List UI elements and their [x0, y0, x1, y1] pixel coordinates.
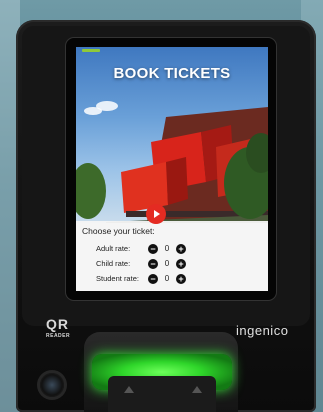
student-increase-button[interactable]: +: [176, 273, 186, 284]
student-rate-row: Student rate: − 0 +: [96, 273, 186, 284]
arrow-up-icon: [192, 386, 202, 393]
qr-logo-subtext: READER: [46, 333, 71, 339]
page-title: BOOK TICKETS: [113, 65, 231, 82]
child-rate-label: Child rate:: [96, 259, 131, 268]
ticket-panel: Choose your ticket: Adult rate: − 0 + Ch…: [76, 221, 268, 291]
panel-heading: Choose your ticket:: [82, 226, 155, 236]
qr-reader-logo: QR READER: [46, 316, 71, 342]
adult-quantity: 0: [164, 244, 170, 253]
adult-rate-label: Adult rate:: [96, 244, 131, 253]
kiosk-screen: BOOK TICKETS Choose your ticket: Adult r…: [76, 47, 268, 291]
play-icon[interactable]: [146, 204, 166, 224]
adult-increase-button[interactable]: +: [176, 243, 186, 254]
arrow-up-icon: [124, 386, 134, 393]
brand-logo: ingenico: [236, 323, 289, 338]
student-quantity: 0: [164, 274, 170, 283]
child-increase-button[interactable]: +: [176, 258, 186, 269]
child-decrease-button[interactable]: −: [148, 258, 158, 269]
qr-logo-text: QR: [46, 316, 69, 332]
student-decrease-button[interactable]: −: [148, 273, 158, 284]
card-slot[interactable]: [108, 376, 216, 412]
student-rate-label: Student rate:: [96, 274, 139, 283]
child-quantity: 0: [164, 259, 170, 268]
camera-lens: [40, 373, 64, 397]
child-rate-row: Child rate: − 0 +: [96, 258, 186, 269]
adult-rate-row: Adult rate: − 0 +: [96, 243, 186, 254]
adult-decrease-button[interactable]: −: [148, 243, 158, 254]
status-indicator: [82, 49, 100, 52]
